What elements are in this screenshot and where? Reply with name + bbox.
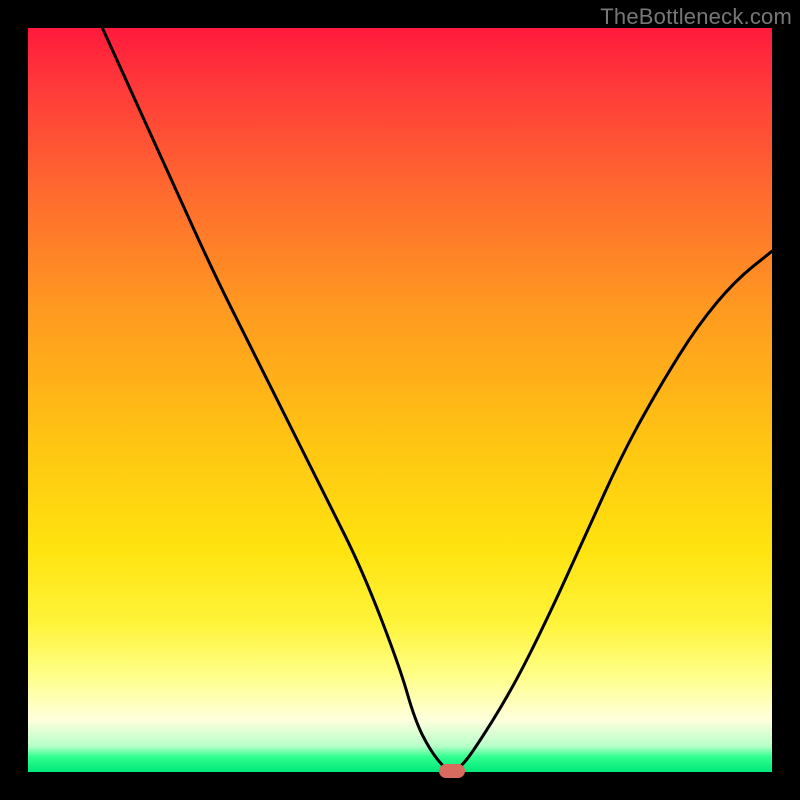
chart-frame: TheBottleneck.com — [0, 0, 800, 800]
curve-layer — [28, 28, 772, 772]
attribution-label: TheBottleneck.com — [600, 4, 792, 30]
bottleneck-curve — [102, 28, 772, 771]
plot-area — [28, 28, 772, 772]
optimal-point-marker — [439, 764, 465, 778]
